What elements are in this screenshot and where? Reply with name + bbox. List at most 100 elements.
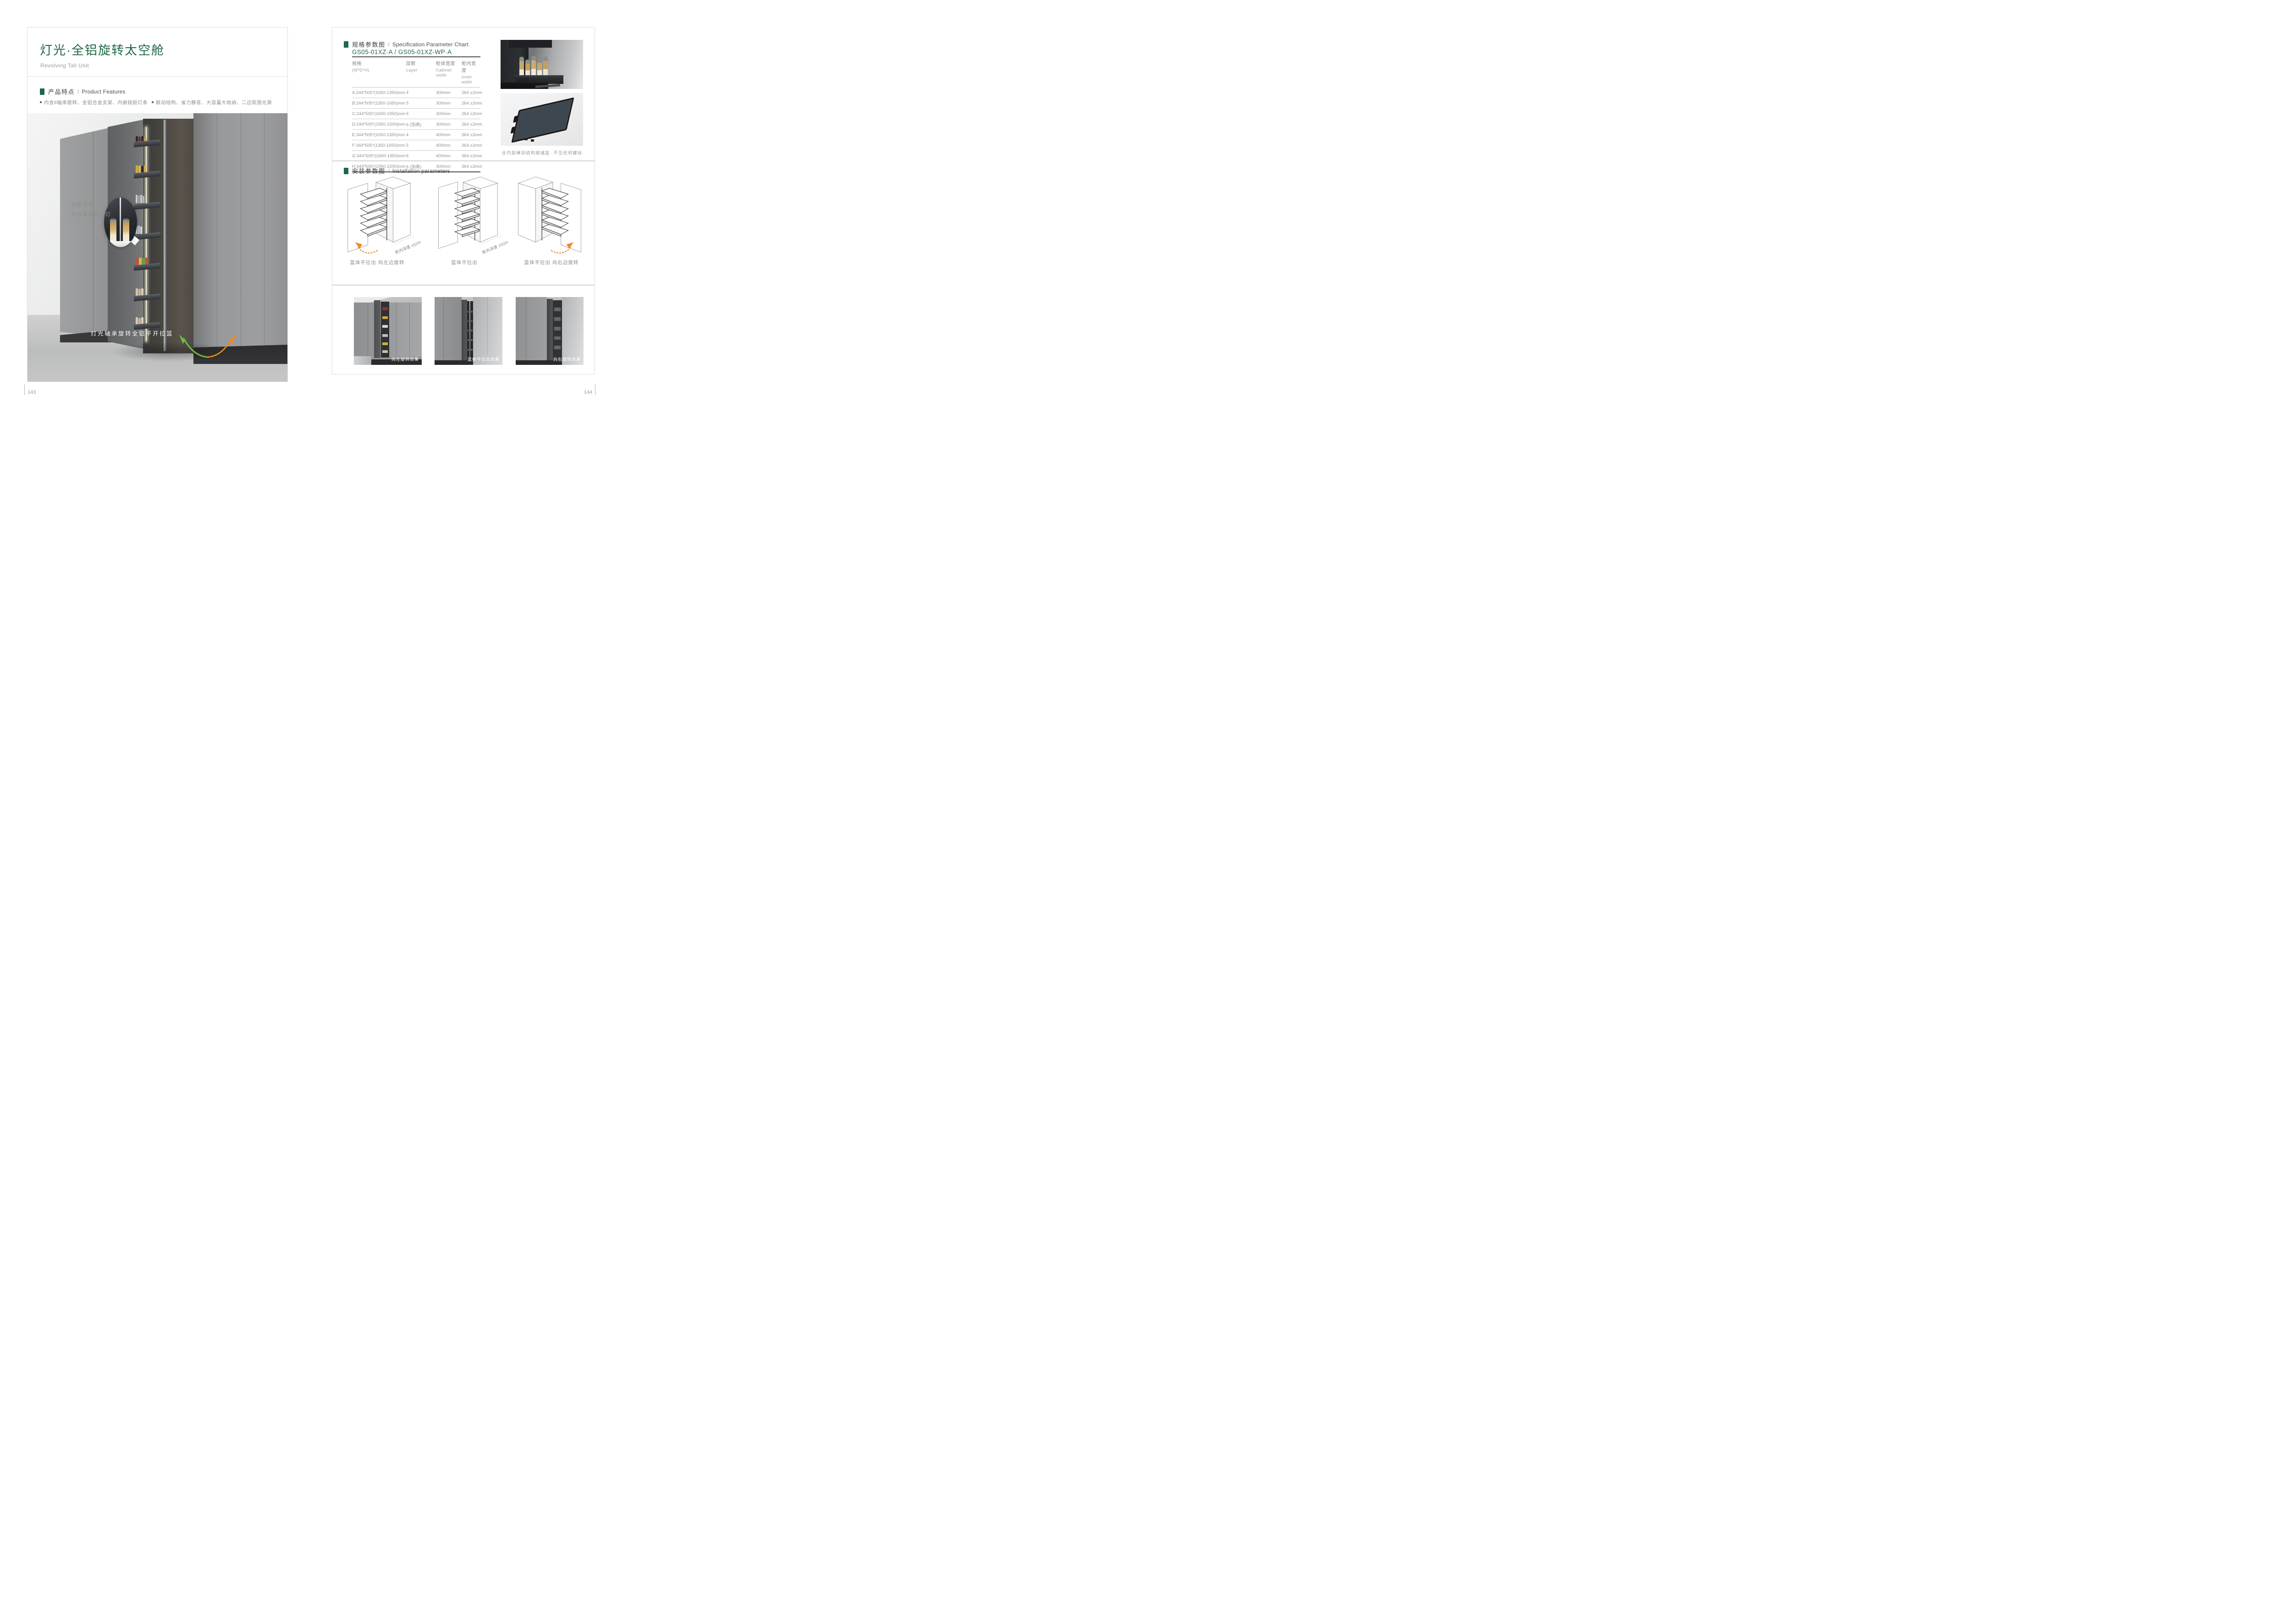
spec-photo-basket <box>501 40 583 89</box>
spec-row: E:344*505*(1050-1350)mm4400mm364 ±2mm <box>352 130 480 140</box>
spec-cell: 6 <box>406 151 436 161</box>
spec-cell: 300mm <box>436 119 462 130</box>
spec-cell: 364 ±2mm <box>462 140 480 151</box>
effect-caption: 向左旋转效果 <box>391 356 419 362</box>
section-marker-icon <box>40 88 44 95</box>
spec-cell: 364 ±2mm <box>462 130 480 140</box>
spec-cell: 364 ±2mm <box>462 151 480 161</box>
spec-cell: 4 <box>406 88 436 98</box>
callout-label: 全铝支架 前后氛围硅胶灯 <box>71 200 111 220</box>
col-inner-width: 柜内宽度Inner width <box>462 57 480 88</box>
photo-annotation: 灯光轴承旋转全铝平开拉篮 <box>91 329 173 337</box>
effect-photo-rotate-left: 向左旋转效果 <box>354 297 422 365</box>
spec-row: D:244*505*(1950-2200)mm6 (加高)300mm264 ±2… <box>352 119 480 130</box>
spec-row: G:344*505*(1650-1950)mm6400mm364 ±2mm <box>352 151 480 161</box>
open-door <box>462 300 467 361</box>
spec-cell: B:244*505*(1350-1650)mm <box>352 98 406 109</box>
rack <box>381 302 389 357</box>
spec-header-row: 规格(W*D*H) 层数Layer 柜体宽度Cabinet width 柜内宽度… <box>352 57 480 88</box>
bullet-icon <box>152 101 154 103</box>
spec-heading: 规格参数图 / Specification Parameter Chart <box>344 40 468 49</box>
page-number-left: 143 <box>24 384 36 395</box>
drawing-caption: 篮体平拉出 <box>421 259 508 266</box>
spec-cell: 400mm <box>436 140 462 151</box>
bullet-icon <box>40 101 42 103</box>
spec-photo-tray <box>501 93 583 146</box>
spec-cell: D:244*505*(1950-2200)mm <box>352 119 406 130</box>
spec-cell: 300mm <box>436 109 462 119</box>
spec-table-body: A:244*505*(1050-1350)mm4300mm264 ±2mmB:2… <box>352 88 480 172</box>
spec-row: C:244*505*(1650-1950)mm6300mm264 ±2mm <box>352 109 480 119</box>
spec-cell: A:244*505*(1050-1350)mm <box>352 88 406 98</box>
product-photo: 全铝支架 前后氛围硅胶灯 灯光轴承旋转全铝平开拉篮 <box>28 113 287 382</box>
rotation-arrows-icon <box>173 332 242 362</box>
effect-caption: 篮体平拉出效果 <box>468 356 500 362</box>
spec-cell: G:344*505*(1650-1950)mm <box>352 151 406 161</box>
glass-basket <box>515 75 563 84</box>
spec-row: A:244*505*(1050-1350)mm4300mm264 ±2mm <box>352 88 480 98</box>
spec-cell: 6 <box>406 109 436 119</box>
page-number-right: 144 <box>584 384 595 395</box>
photo-caption: 全内部棒卯结构玻璃篮 ·不见任何螺丝 <box>495 149 589 156</box>
features-heading: 产品特点 / Product Features <box>40 87 126 96</box>
aluminum-post <box>164 120 166 351</box>
spec-cell: F:344*505*(1350-1650)mm <box>352 140 406 151</box>
spec-cell: 5 <box>406 140 436 151</box>
spec-row: F:344*505*(1350-1650)mm5400mm364 ±2mm <box>352 140 480 151</box>
right-page-panel: 规格参数图 / Specification Parameter Chart GS… <box>332 27 595 374</box>
install-drawing-center: 柜内深度 ≥520mm 篮体平拉出 <box>421 173 508 266</box>
rack <box>553 300 562 360</box>
effect-caption: 向右旋转效果 <box>553 356 581 362</box>
divider <box>332 285 595 286</box>
spec-cell: 4 <box>406 130 436 140</box>
col-layer: 层数Layer <box>406 57 436 88</box>
col-spec: 规格(W*D*H) <box>352 57 406 88</box>
divider <box>332 160 595 161</box>
model-number: GS05-01XZ·A / GS05-01XZ-WP·A <box>352 49 452 55</box>
spec-cell: 264 ±2mm <box>462 98 480 109</box>
spec-cell: 300mm <box>436 98 462 109</box>
install-drawing-left: 柜内深度 ≥520mm 篮体平拉出 向左边旋转 <box>334 173 421 266</box>
section-marker-icon <box>344 41 348 48</box>
cabinet-right <box>193 113 287 361</box>
features-heading-en: Product Features <box>82 88 125 95</box>
spec-cell: 264 ±2mm <box>462 88 480 98</box>
spec-cell: C:244*505*(1650-1950)mm <box>352 109 406 119</box>
spec-cell: E:344*505*(1050-1350)mm <box>352 130 406 140</box>
spec-cell: 400mm <box>436 130 462 140</box>
effect-photo-rotate-right: 向右旋转效果 <box>516 297 584 365</box>
col-cabinet-width: 柜体宽度Cabinet width <box>436 57 462 88</box>
catalog-spread: 灯光·全铝旋转太空舱 Revolving Tall Unit 产品特点 / Pr… <box>0 0 623 406</box>
feature-item: 联动结构、省力静音、大容量大收纳、二边氛围光源 <box>152 99 272 106</box>
bottle <box>123 218 129 242</box>
spec-cell: 300mm <box>436 88 462 98</box>
effect-photo-pull-out: 篮体平拉出效果 <box>435 297 502 365</box>
spec-cell: 264 ±2mm <box>462 119 480 130</box>
tray <box>511 97 574 143</box>
bottle <box>110 218 116 242</box>
basket-items <box>136 194 160 203</box>
clip <box>531 139 534 142</box>
feature-item: 内含8轴承旋转、全铝合金支架、内嵌硅胶灯条 <box>40 99 148 106</box>
spec-cell: 5 <box>406 98 436 109</box>
divider <box>28 76 287 77</box>
spec-cell: 364 ±2mm <box>462 161 480 172</box>
open-door <box>374 300 380 358</box>
install-drawing-right: 篮体平拉出 向右边旋转 <box>508 173 595 266</box>
spec-cell: 6 (加高) <box>406 119 436 130</box>
drawing-caption: 篮体平拉出 向左边旋转 <box>334 259 421 266</box>
open-door <box>547 299 553 361</box>
spec-row: B:244*505*(1350-1650)mm5300mm264 ±2mm <box>352 98 480 109</box>
left-page-panel: 灯光·全铝旋转太空舱 Revolving Tall Unit 产品特点 / Pr… <box>27 27 288 382</box>
features-heading-sep: / <box>77 88 79 95</box>
clip <box>524 138 528 140</box>
bottles <box>519 51 557 77</box>
spec-cell: 400mm <box>436 151 462 161</box>
spec-cell: 264 ±2mm <box>462 109 480 119</box>
drawing-caption: 篮体平拉出 向右边旋转 <box>508 259 595 266</box>
features-heading-zh: 产品特点 <box>48 87 75 96</box>
page-subtitle: Revolving Tall Unit <box>40 62 89 69</box>
spec-table: 规格(W*D*H) 层数Layer 柜体宽度Cabinet width 柜内宽度… <box>352 56 480 172</box>
page-title: 灯光·全铝旋转太空舱 <box>40 40 165 58</box>
rack <box>467 301 473 361</box>
